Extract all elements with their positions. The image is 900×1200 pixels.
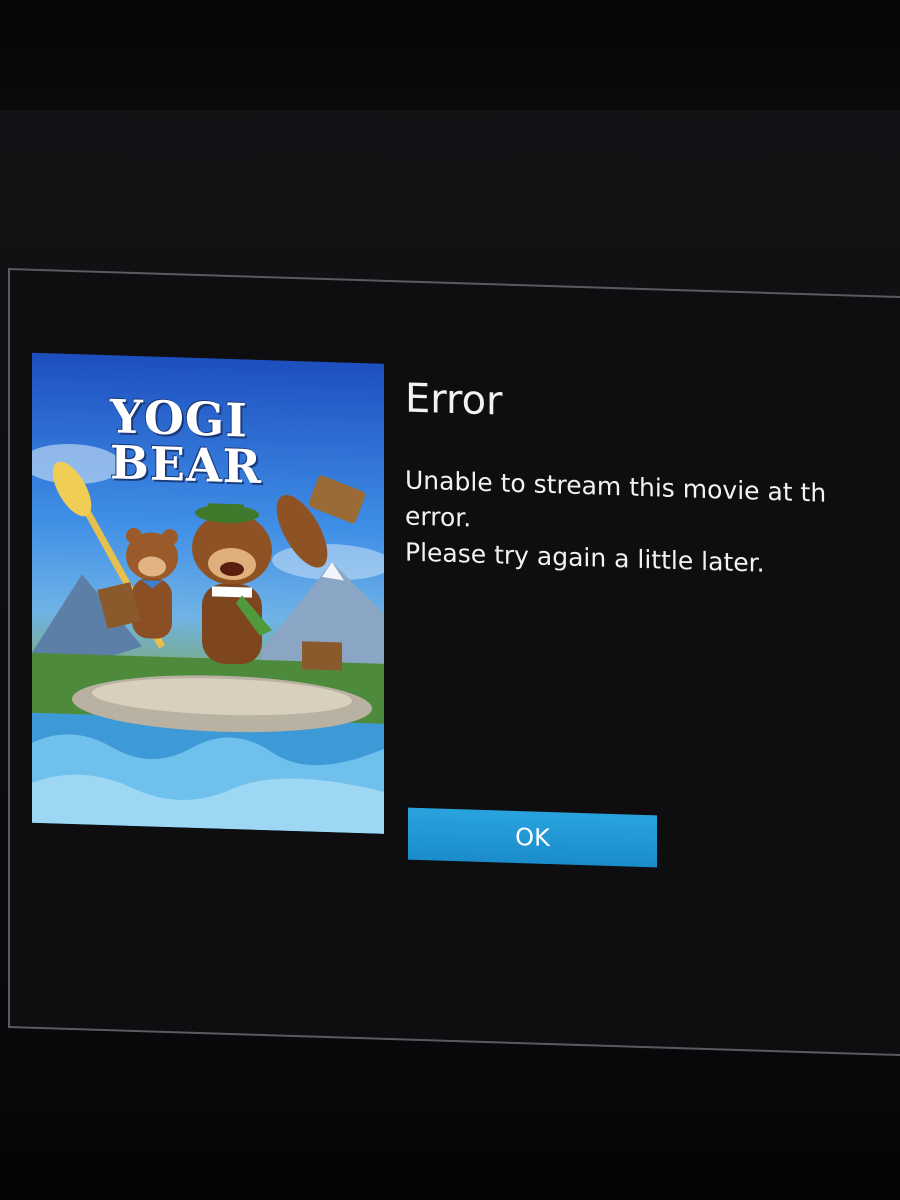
- poster-title: YOGI BEAR: [110, 389, 262, 494]
- movie-poster: YOGI BEAR: [32, 352, 384, 834]
- tv-screen: YOGI BEAR Error Unable to stream this mo…: [0, 0, 900, 1200]
- error-message: Unable to stream this movie at th error.…: [405, 465, 827, 578]
- dialog-content: Error Unable to stream this movie at th …: [405, 374, 900, 586]
- ok-button[interactable]: OK: [408, 807, 657, 868]
- screen-top-edge: [0, 0, 900, 110]
- screen-bottom-edge: [0, 1090, 900, 1200]
- error-dialog: YOGI BEAR Error Unable to stream this mo…: [8, 268, 900, 1057]
- poster-title-line-2: BEAR: [110, 435, 262, 494]
- dialog-title: Error: [405, 375, 503, 425]
